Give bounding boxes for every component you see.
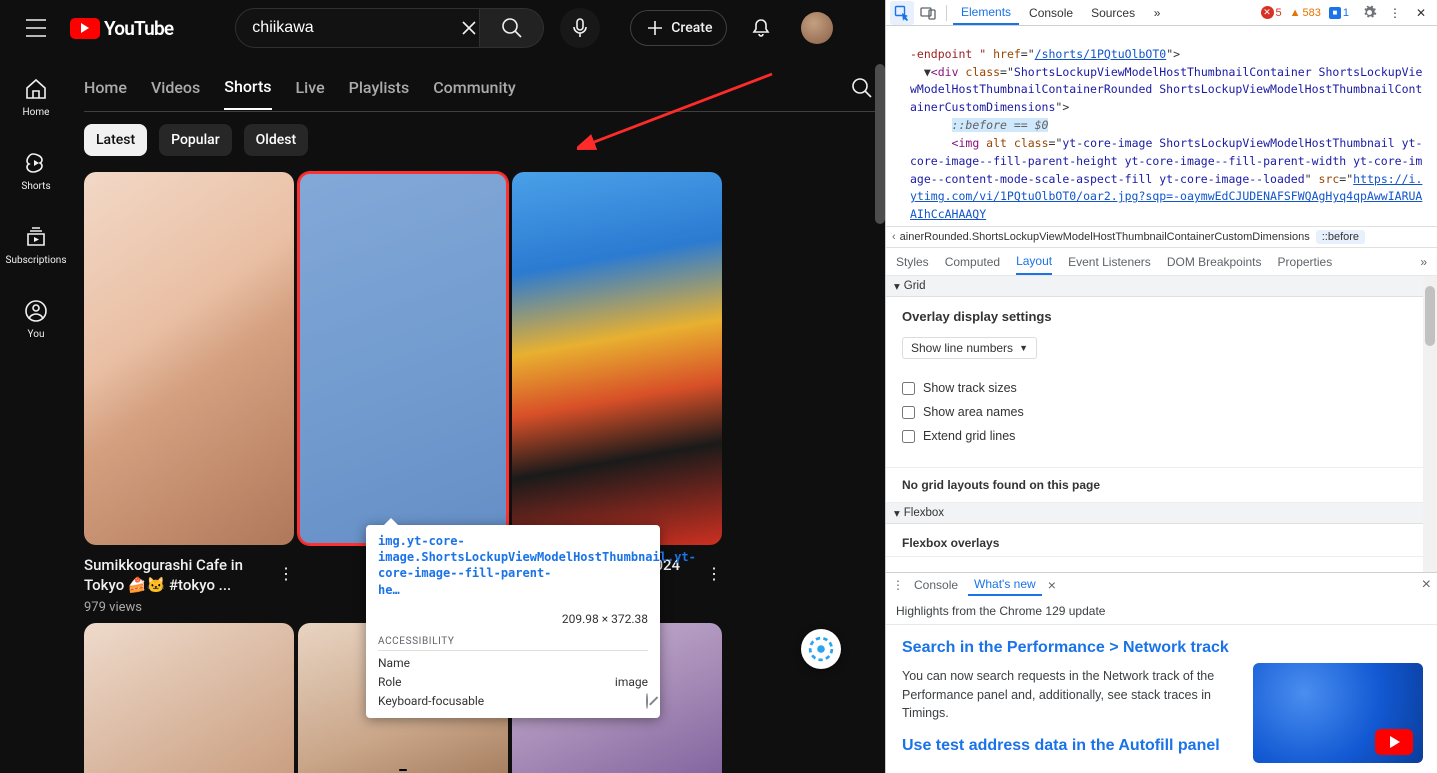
no-grid-message: No grid layouts found on this page [886,468,1437,503]
check-area-names[interactable]: Show area names [902,405,1421,419]
drawer-tab-whatsnew[interactable]: What's new [968,574,1042,596]
short-thumbnail[interactable] [84,172,294,545]
devtools-settings-button[interactable] [1357,1,1381,25]
tab-home[interactable]: Home [84,78,127,109]
account-avatar[interactable] [801,12,833,44]
channel-tablist: Home Videos Shorts Live Playlists Commun… [84,64,885,112]
youtube-play-icon [70,18,100,39]
chip-popular[interactable]: Popular [159,124,232,156]
subtab-computed[interactable]: Computed [945,250,1000,274]
styles-subtabs: Styles Computed Layout Event Listeners D… [886,248,1437,276]
tab-videos[interactable]: Videos [151,78,200,109]
subtabs-more[interactable]: » [1420,255,1427,269]
tooltip-dimensions: 209.98 × 372.38 [562,612,648,626]
sort-chip-row: Latest Popular Oldest [84,124,885,156]
create-button[interactable]: Create [630,10,727,46]
devtools-panel: Elements Console Sources » ✕5 ▲583 ■1 ⋮ … [885,0,1437,773]
check-extend-lines[interactable]: Extend grid lines [902,429,1421,443]
breadcrumb-bar[interactable]: ‹ ainerRounded.ShortsLockupViewModelHost… [886,226,1437,248]
scrollbar-thumb[interactable] [875,64,885,224]
sidebar-item-you[interactable]: You [0,282,72,356]
device-toolbar-button[interactable] [916,1,940,25]
short-thumbnail[interactable] [512,172,722,545]
grid-section-header[interactable]: ▾ Grid [886,276,1437,297]
tab-community[interactable]: Community [433,78,515,109]
devtools-toolbar: Elements Console Sources » ✕5 ▲583 ■1 ⋮ … [886,0,1437,26]
chip-latest[interactable]: Latest [84,124,147,156]
short-views: 979 views [84,600,294,615]
tooltip-accessibility-heading: ACCESSIBILITY [378,636,648,651]
devtools-more-tabs[interactable]: » [1145,1,1169,25]
notifications-button[interactable] [741,8,781,48]
sidebar-item-home[interactable]: Home [0,60,72,134]
devtools-tab-console[interactable]: Console [1021,2,1081,24]
tab-shorts[interactable]: Shorts [224,77,271,110]
article-heading: Search in the Performance > Network trac… [902,639,1421,657]
check-track-sizes[interactable]: Show track sizes [902,381,1421,395]
short-more-button[interactable]: ⋮ [702,561,726,585]
search-bar [235,8,544,48]
short-thumbnail-highlighted[interactable] [298,172,508,545]
sidebar-item-shorts[interactable]: Shorts [0,134,72,208]
article-body: You can now search requests in the Netwo… [902,667,1222,723]
article-thumbnail [1253,663,1423,763]
grid-dropdown[interactable]: Show line numbers ▼ [902,337,1037,359]
warning-count[interactable]: ▲583 [1290,7,1321,19]
short-thumbnail[interactable] [84,623,294,773]
sidebar-item-subscriptions[interactable]: Subscriptions [0,208,72,282]
subtab-properties[interactable]: Properties [1278,250,1333,274]
create-label: Create [671,20,712,36]
elements-dom-tree[interactable]: -endpoint " href="/shorts/1PQtuOlbOT0"> … [886,26,1437,226]
devtools-inspector-tooltip: img.yt-core-image.ShortsLockupViewModelH… [366,525,660,718]
search-button[interactable] [480,8,544,48]
tab-live[interactable]: Live [296,78,325,109]
channel-search-button[interactable] [851,77,873,99]
youtube-logo-text: YouTube [104,17,173,40]
chip-oldest[interactable]: Oldest [244,124,308,156]
flexbox-overlays-heading: Flexbox overlays [902,536,1421,550]
drawer-close[interactable]: × [1422,576,1431,594]
guide-menu-button[interactable] [16,8,56,48]
devtools-kebab-menu[interactable]: ⋮ [1383,1,1407,25]
mini-sidebar: Home Shorts Subscriptions You [0,56,72,773]
subtab-dom-breakpoints[interactable]: DOM Breakpoints [1167,250,1262,274]
voice-search-button[interactable] [560,8,600,48]
subtab-styles[interactable]: Styles [896,250,929,274]
flexbox-section-header[interactable]: ▾ Flexbox [886,503,1437,524]
youtube-logo[interactable]: YouTube [64,17,187,40]
tab-playlists[interactable]: Playlists [349,78,410,109]
search-input[interactable] [252,19,459,37]
short-card-1[interactable]: Sumikkogurashi Cafe in Tokyo 🍰🐱 #tokyo .… [84,172,294,615]
whatsnew-subtitle: Highlights from the Chrome 129 update [886,598,1437,625]
subtab-event-listeners[interactable]: Event Listeners [1068,250,1151,274]
subtab-layout[interactable]: Layout [1016,249,1052,275]
error-count[interactable]: ✕5 [1261,6,1282,19]
tooltip-selector: img.yt-core-image.ShortsLockupViewModelH… [378,533,566,598]
breadcrumb-pseudo[interactable]: ::before [1316,230,1365,244]
not-focusable-icon [646,693,648,709]
overlay-settings-heading: Overlay display settings [902,309,1421,324]
search-clear-button[interactable] [459,18,479,38]
drawer-tab-close[interactable]: × [1048,577,1056,593]
extension-badge[interactable] [801,629,841,669]
inspect-element-button[interactable] [890,1,914,25]
issue-count[interactable]: ■1 [1329,7,1349,19]
devtools-tab-sources[interactable]: Sources [1083,2,1143,24]
youtube-header: YouTube Create [0,0,885,56]
short-more-button[interactable]: ⋮ [274,561,298,585]
devtools-close-button[interactable]: ✕ [1409,1,1433,25]
drawer-tablist: ⋮ Console What's new × × [886,572,1437,598]
layout-panel-scrollbar[interactable] [1423,276,1437,572]
short-title: Sumikkogurashi Cafe in Tokyo 🍰🐱 #tokyo .… [84,555,294,596]
devtools-tab-elements[interactable]: Elements [953,1,1019,25]
drawer-tab-console[interactable]: Console [908,575,964,595]
breadcrumb-scroll-left[interactable]: ‹ [892,231,896,243]
drawer-kebab[interactable]: ⋮ [892,578,904,592]
